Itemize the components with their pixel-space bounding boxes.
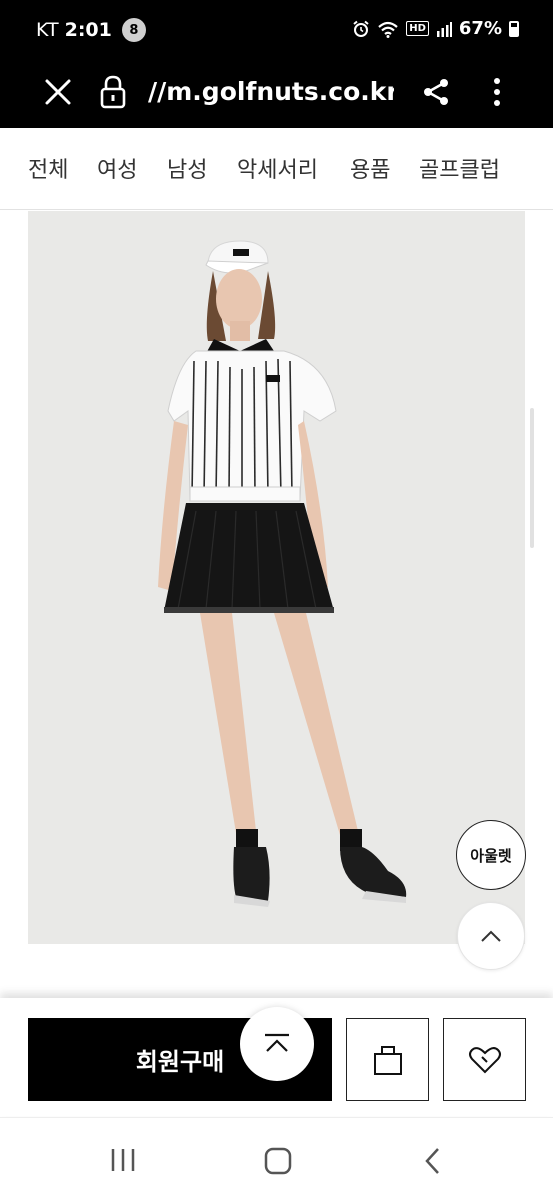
wifi-icon — [378, 21, 398, 38]
page-scrollbar[interactable] — [530, 408, 534, 548]
scroll-to-top-icon — [265, 1033, 289, 1052]
category-all[interactable]: 전체 — [28, 152, 68, 184]
category-women[interactable]: 여성 — [97, 152, 137, 184]
app-screen: KT 2:01 8 HD 67% //m.golfnuts.co.kr 전체 여… — [0, 0, 553, 1200]
alarm-icon — [353, 20, 369, 37]
close-icon — [45, 79, 71, 105]
hd-voice-icon: HD — [406, 21, 429, 36]
shopping-bag-icon — [373, 1045, 402, 1075]
notification-count-badge: 8 — [121, 18, 146, 42]
heart-icon — [468, 1046, 501, 1073]
product-photo-illustration — [28, 211, 525, 944]
share-button[interactable] — [418, 72, 454, 112]
scroll-up-button[interactable] — [457, 902, 525, 970]
category-nav: 전체 여성 남성 악세서리 용품 골프클럽 — [0, 128, 553, 210]
status-bar: KT 2:01 8 HD 67% — [0, 0, 553, 60]
share-icon — [424, 79, 448, 105]
category-equipment[interactable]: 용품 — [350, 152, 390, 184]
clock: 2:01 — [64, 19, 112, 41]
cart-button[interactable] — [346, 1018, 429, 1101]
system-nav-bar — [0, 1117, 553, 1200]
status-right: HD 67% — [352, 18, 519, 39]
status-left: KT 2:01 8 — [36, 18, 146, 42]
page-top-button[interactable] — [240, 1007, 314, 1081]
browser-url-bar: //m.golfnuts.co.kr/p — [0, 60, 553, 128]
close-button[interactable] — [38, 72, 78, 112]
chevron-up-icon — [481, 930, 501, 942]
carrier-label: KT — [36, 19, 59, 41]
lock-icon[interactable] — [98, 74, 128, 110]
more-menu-button[interactable] — [482, 72, 512, 112]
home-icon[interactable] — [263, 1146, 293, 1176]
category-golf-clubs[interactable]: 골프클럽 — [419, 152, 500, 184]
wishlist-button[interactable] — [443, 1018, 526, 1101]
signal-icon — [436, 21, 452, 37]
battery-percent: 67% — [458, 18, 502, 39]
category-men[interactable]: 남성 — [167, 152, 207, 184]
product-image[interactable] — [28, 211, 525, 944]
back-icon[interactable] — [422, 1146, 444, 1176]
url-text[interactable]: //m.golfnuts.co.kr/p — [148, 74, 394, 110]
more-vertical-icon — [494, 78, 500, 106]
recents-icon[interactable] — [108, 1146, 138, 1174]
battery-icon — [509, 20, 519, 37]
category-accessories[interactable]: 악세서리 — [237, 152, 318, 184]
outlet-button[interactable]: 아울렛 — [456, 820, 526, 890]
